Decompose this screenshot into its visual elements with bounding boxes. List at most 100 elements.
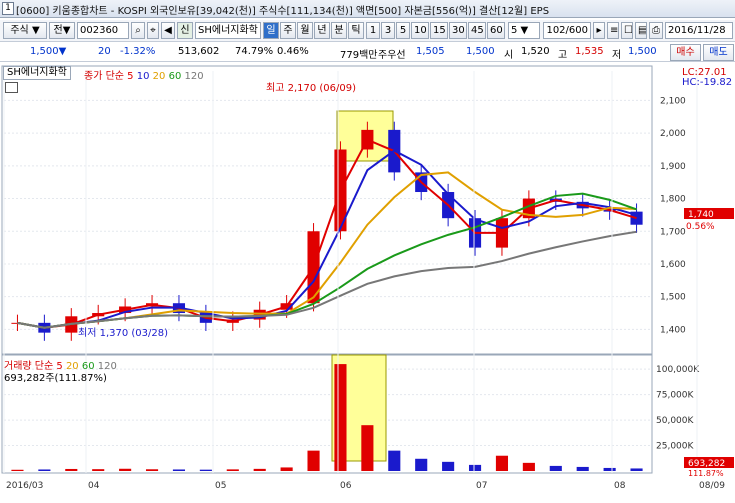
volume-bar	[630, 468, 643, 471]
volume-tick-label: 100,000K	[656, 365, 700, 375]
new-button[interactable]: 신	[177, 22, 193, 39]
price-tick-label: 2,000	[660, 129, 686, 139]
volume-bar	[576, 466, 589, 471]
volume-ratio: 74.79%	[235, 46, 274, 57]
volume-bar	[468, 464, 482, 471]
chart-svg[interactable]: 2,100 2,000 1,900 1,800 1,700 1,600 1,500 1,400…	[0, 63, 735, 503]
price-legend-ma120: 120	[184, 71, 204, 82]
volume-bar	[280, 467, 293, 471]
current-price-tag-text: 1,740	[688, 210, 714, 220]
price-legend-ma5: 5	[127, 71, 134, 82]
volume-bar	[226, 469, 239, 471]
minute-option-1[interactable]: 1	[366, 22, 380, 39]
volume-bar	[11, 469, 24, 471]
period-tick-button[interactable]: 틱	[348, 22, 364, 39]
print-icon[interactable]: ⎙	[649, 22, 663, 39]
trade-volume: 513,602	[178, 46, 220, 57]
current-price-pct: 0.56%	[686, 222, 715, 232]
volume-current: 693,282주(111.87%)	[4, 373, 107, 384]
search-icon[interactable]: ⌕	[131, 22, 145, 39]
sell-button[interactable]: 매도	[703, 44, 734, 61]
volume-bar	[307, 450, 320, 471]
period-day-button[interactable]: 일	[263, 22, 279, 39]
price-legend[interactable]: 종가 단순 5 10 20 60 120	[84, 67, 204, 82]
trade-amount: 779백만	[340, 50, 378, 61]
x-tick-label: 06	[340, 481, 352, 491]
back-icon[interactable]: ◀	[161, 22, 175, 39]
menu-icon[interactable]: ≡	[607, 22, 619, 39]
pin-icon[interactable]: ⌖	[147, 22, 159, 39]
volume-bar	[145, 469, 159, 471]
low-label: 저	[612, 50, 622, 61]
price-legend-ma20: 20	[152, 71, 166, 82]
volume-bar	[495, 455, 509, 471]
stock-name-field[interactable]: SH에너지화학	[195, 22, 261, 39]
next-icon[interactable]: ▸	[593, 22, 605, 39]
price-panel-frame	[1, 65, 653, 355]
period-minute-button[interactable]: 분	[331, 22, 347, 39]
volume-y-axis: 100,000K 75,000K 50,000K 25,000K	[656, 365, 700, 451]
chart-toolbar: 주식 ▼ 전▼ 002360 ⌕ ⌖ ◀ 신 SH에너지화학 일 주 월 년 분…	[0, 20, 735, 42]
volume-bar	[38, 469, 51, 471]
volume-tick-label: 25,000K	[656, 442, 694, 452]
period-year-button[interactable]: 년	[314, 22, 330, 39]
date-field[interactable]: 2016/11/28	[665, 22, 733, 39]
hc-value: HC:-19.82	[682, 77, 733, 88]
volume-bar	[172, 469, 186, 471]
x-tick-label: 08	[614, 481, 626, 491]
volume-tick-label: 75,000K	[656, 391, 694, 401]
save-icon[interactable]: ▤	[635, 22, 647, 39]
current-volume-tag-text: 693,282	[688, 459, 725, 469]
count-select-value: 5	[511, 25, 518, 36]
quote-bar: 1,500▼ 20 -1.32% 513,602 74.79% 0.46% 77…	[0, 43, 735, 62]
checkbox-icon[interactable]: ☐	[621, 22, 633, 39]
market-select[interactable]: 주식 ▼	[3, 22, 47, 39]
minute-option-30[interactable]: 30	[449, 22, 467, 39]
volume-bar	[65, 468, 78, 471]
volume-tick-label: 50,000K	[656, 416, 694, 426]
minute-option-10[interactable]: 10	[411, 22, 429, 39]
buy-button[interactable]: 매수	[670, 44, 701, 61]
minute-option-5[interactable]: 5	[396, 22, 410, 39]
high-label: 고	[558, 50, 568, 61]
x-tick-label: 07	[476, 481, 487, 491]
stock-code-value: 002360	[80, 25, 119, 36]
chart-area[interactable]: 2,100 2,000 1,900 1,800 1,700 1,600 1,500 1,400…	[0, 63, 735, 503]
minute-option-45[interactable]: 45	[468, 22, 486, 39]
minute-option-60[interactable]: 60	[487, 22, 505, 39]
volume-bar	[549, 465, 562, 471]
prev-select-label: 전	[53, 25, 63, 36]
price-legend-name: 종가 단순	[84, 71, 124, 82]
period-month-button[interactable]: 월	[297, 22, 313, 39]
price-tick-label: 1,700	[660, 227, 686, 237]
window-number-icon: 1	[2, 2, 14, 15]
period-week-button[interactable]: 주	[280, 22, 296, 39]
volume-bar	[334, 364, 347, 471]
table-icon[interactable]	[5, 82, 18, 93]
stock-label-box[interactable]: SH에너지화학	[3, 66, 71, 80]
volume-bar	[388, 450, 401, 471]
volume-bar	[253, 468, 266, 471]
pref-value-2: 1,500	[466, 46, 495, 57]
count-select[interactable]: 5 ▼	[508, 22, 540, 39]
minute-option-15[interactable]: 15	[430, 22, 448, 39]
high-annotation: 최고 2,170 (06/09)	[266, 83, 357, 94]
volume-bar	[119, 468, 132, 471]
x-tick-label: 2016/03	[6, 481, 43, 491]
title-bar: 1 [0600] 키움종합차트 - KOSPI 외국인보유[39,042(천)]…	[0, 0, 735, 18]
price-tick-label: 1,600	[660, 260, 686, 270]
volume-bar	[361, 425, 374, 471]
minute-option-3[interactable]: 3	[381, 22, 395, 39]
prev-select[interactable]: 전▼	[49, 22, 75, 39]
price-tick-label: 1,900	[660, 162, 686, 172]
price-tick-label: 2,100	[660, 96, 686, 106]
page-count-field[interactable]: 102/600	[543, 22, 591, 39]
high-price: 1,535	[575, 46, 604, 57]
open-price: 1,520	[521, 46, 550, 57]
turnover-ratio: 0.46%	[277, 46, 309, 57]
volume-bar	[522, 462, 535, 471]
x-tick-label: 05	[215, 481, 226, 491]
stock-code-input[interactable]: 002360	[77, 22, 129, 39]
current-volume-pct: 111.87%	[688, 469, 724, 478]
volume-bar	[603, 467, 616, 471]
